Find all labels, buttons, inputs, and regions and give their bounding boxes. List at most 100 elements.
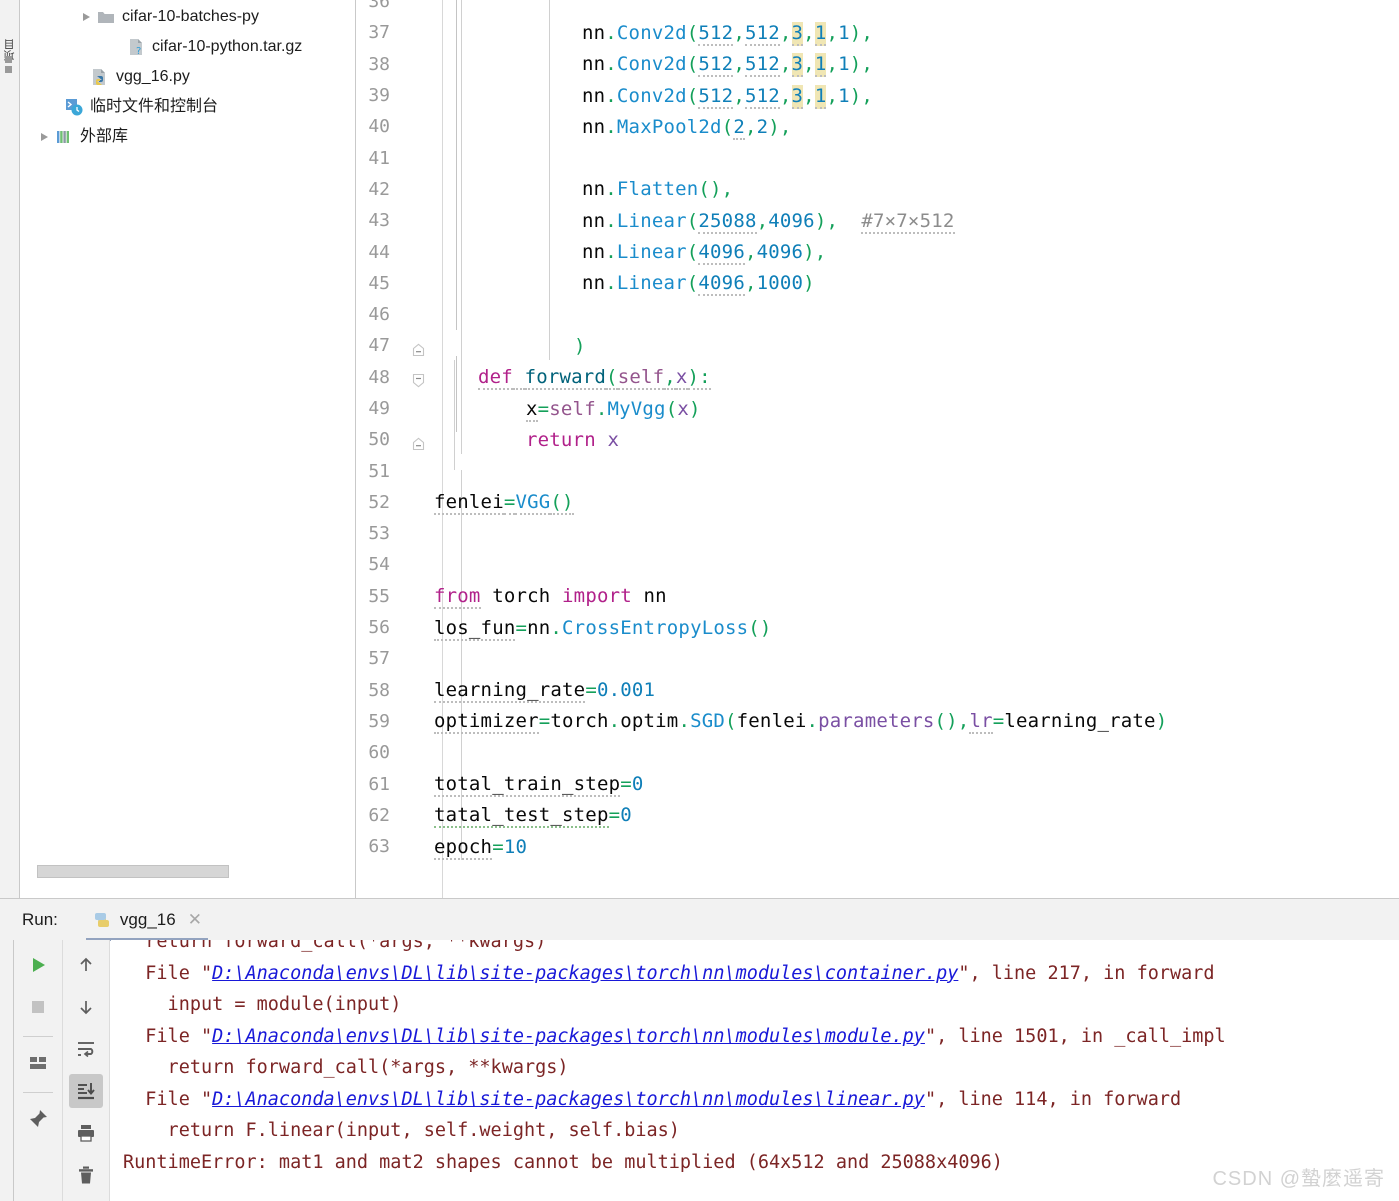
- fold-column[interactable]: [404, 800, 434, 831]
- file-link[interactable]: D:\Anaconda\envs\DL\lib\site-packages\to…: [212, 1026, 925, 1047]
- scratches-icon: [63, 96, 85, 118]
- console-text-pre: File ": [123, 1025, 213, 1047]
- console-text-post: ", line 114, in forward: [924, 1088, 1182, 1110]
- run-console-output[interactable]: return forward_call(*args, **kwargs) Fil…: [111, 940, 1399, 1201]
- fold-column[interactable]: [404, 518, 434, 549]
- fold-column[interactable]: [404, 768, 434, 799]
- fold-column[interactable]: [404, 706, 434, 737]
- console-line: return forward_call(*args, **kwargs): [123, 1057, 569, 1078]
- tree-item-label: cifar-10-batches-py: [122, 8, 259, 25]
- fold-column[interactable]: [404, 299, 434, 330]
- layout-button[interactable]: [21, 1046, 55, 1080]
- chevron-right-icon[interactable]: [77, 2, 95, 32]
- fold-column[interactable]: [404, 675, 434, 706]
- print-icon[interactable]: [69, 1116, 103, 1150]
- code-line[interactable]: 43 nn.Linear(25088,4096), #7×7×512: [356, 205, 1399, 236]
- arrow-down-icon[interactable]: [69, 990, 103, 1024]
- code-line[interactable]: 54: [356, 549, 1399, 580]
- file-link[interactable]: D:\Anaconda\envs\DL\lib\site-packages\to…: [212, 963, 958, 984]
- code-editor[interactable]: 36 37 nn.Conv2d(512,512,3,1,1), 38 nn.Co…: [356, 0, 1399, 898]
- pin-button[interactable]: [21, 1102, 55, 1136]
- file-link[interactable]: D:\Anaconda\envs\DL\lib\site-packages\to…: [212, 1089, 925, 1110]
- code-line[interactable]: 51: [356, 455, 1399, 486]
- fold-collapse-icon[interactable]: [412, 371, 425, 388]
- close-icon[interactable]: ✕: [188, 910, 202, 930]
- code-line[interactable]: 39 nn.Conv2d(512,512,3,1,1),: [356, 80, 1399, 111]
- run-tab-vgg-16[interactable]: vgg_16 ✕: [85, 899, 208, 941]
- tool-window-tab-project[interactable]: 项目: [0, 4, 20, 96]
- fold-column[interactable]: [404, 581, 434, 612]
- code-line[interactable]: 50 return x: [356, 424, 1399, 455]
- code-line[interactable]: 56 los_fun=nn.CrossEntropyLoss(): [356, 612, 1399, 643]
- fold-column[interactable]: [404, 487, 434, 518]
- code-line[interactable]: 38 nn.Conv2d(512,512,3,1,1),: [356, 49, 1399, 80]
- fold-column[interactable]: [404, 205, 434, 236]
- code-line[interactable]: 53: [356, 518, 1399, 549]
- watermark: CSDN @蟄麼遥寄: [1212, 1168, 1385, 1190]
- code-line[interactable]: 58 learning_rate=0.001: [356, 675, 1399, 706]
- code-line[interactable]: 48 def forward(self,x):: [356, 362, 1399, 393]
- line-number: 58: [368, 679, 390, 701]
- stop-button[interactable]: [21, 990, 55, 1024]
- project-horizontal-scrollbar[interactable]: [21, 865, 355, 878]
- trash-icon[interactable]: [69, 1158, 103, 1192]
- fold-column[interactable]: [404, 0, 434, 17]
- editor-content: 36 37 nn.Conv2d(512,512,3,1,1), 38 nn.Co…: [356, 0, 1399, 862]
- arrow-up-icon[interactable]: [69, 948, 103, 982]
- fold-column[interactable]: [404, 455, 434, 486]
- code-line[interactable]: 60: [356, 737, 1399, 768]
- tree-item-vgg-16-py[interactable]: vgg_16.py: [21, 62, 355, 92]
- project-panel-bottom-spacer: [21, 878, 355, 898]
- scroll-end-icon[interactable]: [69, 1074, 103, 1108]
- console-line: File "D:\Anaconda\envs\DL\lib\site-packa…: [111, 958, 1399, 990]
- code-line[interactable]: 46: [356, 299, 1399, 330]
- fold-end-icon[interactable]: [412, 339, 425, 356]
- code-line[interactable]: 45 nn.Linear(4096,1000): [356, 268, 1399, 299]
- python-icon: [92, 910, 112, 930]
- run-tool-window: Run: vgg_16 ✕ return forward_call(*args,…: [0, 898, 1399, 1201]
- fold-column[interactable]: [404, 393, 434, 424]
- code-line[interactable]: 52 fenlei=VGG(): [356, 487, 1399, 518]
- fold-end-icon[interactable]: [412, 433, 425, 450]
- code-line[interactable]: 44 nn.Linear(4096,4096),: [356, 236, 1399, 267]
- fold-column[interactable]: [404, 111, 434, 142]
- tree-item-scratches-and-consoles[interactable]: 临时文件和控制台: [21, 92, 355, 122]
- fold-column[interactable]: [404, 612, 434, 643]
- line-content: learning_rate=0.001: [434, 679, 656, 704]
- code-line[interactable]: 59 optimizer=torch.optim.SGD(fenlei.para…: [356, 706, 1399, 737]
- fold-column[interactable]: [404, 174, 434, 205]
- code-line[interactable]: 47 ): [356, 330, 1399, 361]
- fold-column[interactable]: [404, 17, 434, 48]
- project-scrollbar-thumb[interactable]: [37, 865, 229, 878]
- fold-column[interactable]: [404, 362, 434, 393]
- fold-column[interactable]: [404, 549, 434, 580]
- code-line[interactable]: 41: [356, 142, 1399, 173]
- chevron-right-icon[interactable]: [35, 122, 53, 152]
- fold-column[interactable]: [404, 49, 434, 80]
- code-line[interactable]: 63 epoch=10: [356, 831, 1399, 862]
- fold-column[interactable]: [404, 80, 434, 111]
- line-number: 45: [368, 272, 390, 294]
- code-line[interactable]: 42 nn.Flatten(),: [356, 174, 1399, 205]
- code-line[interactable]: 61 total_train_step=0: [356, 768, 1399, 799]
- tree-item-cifar-10-python-tar-gz[interactable]: ? cifar-10-python.tar.gz: [21, 32, 355, 62]
- code-line[interactable]: 36: [356, 0, 1399, 17]
- fold-column[interactable]: [404, 643, 434, 674]
- tree-item-cifar-10-batches-py[interactable]: cifar-10-batches-py: [21, 2, 355, 32]
- fold-column[interactable]: [404, 330, 434, 361]
- code-line[interactable]: 62 tatal_test_step=0: [356, 800, 1399, 831]
- fold-column[interactable]: [404, 142, 434, 173]
- fold-column[interactable]: [404, 268, 434, 299]
- code-line[interactable]: 57: [356, 643, 1399, 674]
- code-line[interactable]: 40 nn.MaxPool2d(2,2),: [356, 111, 1399, 142]
- code-line[interactable]: 49 x=self.MyVgg(x): [356, 393, 1399, 424]
- fold-column[interactable]: [404, 236, 434, 267]
- fold-column[interactable]: [404, 424, 434, 455]
- code-line[interactable]: 37 nn.Conv2d(512,512,3,1,1),: [356, 17, 1399, 48]
- tree-item-external-libraries[interactable]: 外部库: [21, 122, 355, 152]
- run-button[interactable]: [21, 948, 55, 982]
- code-line[interactable]: 55 from torch import nn: [356, 581, 1399, 612]
- soft-wrap-icon[interactable]: [69, 1032, 103, 1066]
- fold-column[interactable]: [404, 737, 434, 768]
- fold-column[interactable]: [404, 831, 434, 862]
